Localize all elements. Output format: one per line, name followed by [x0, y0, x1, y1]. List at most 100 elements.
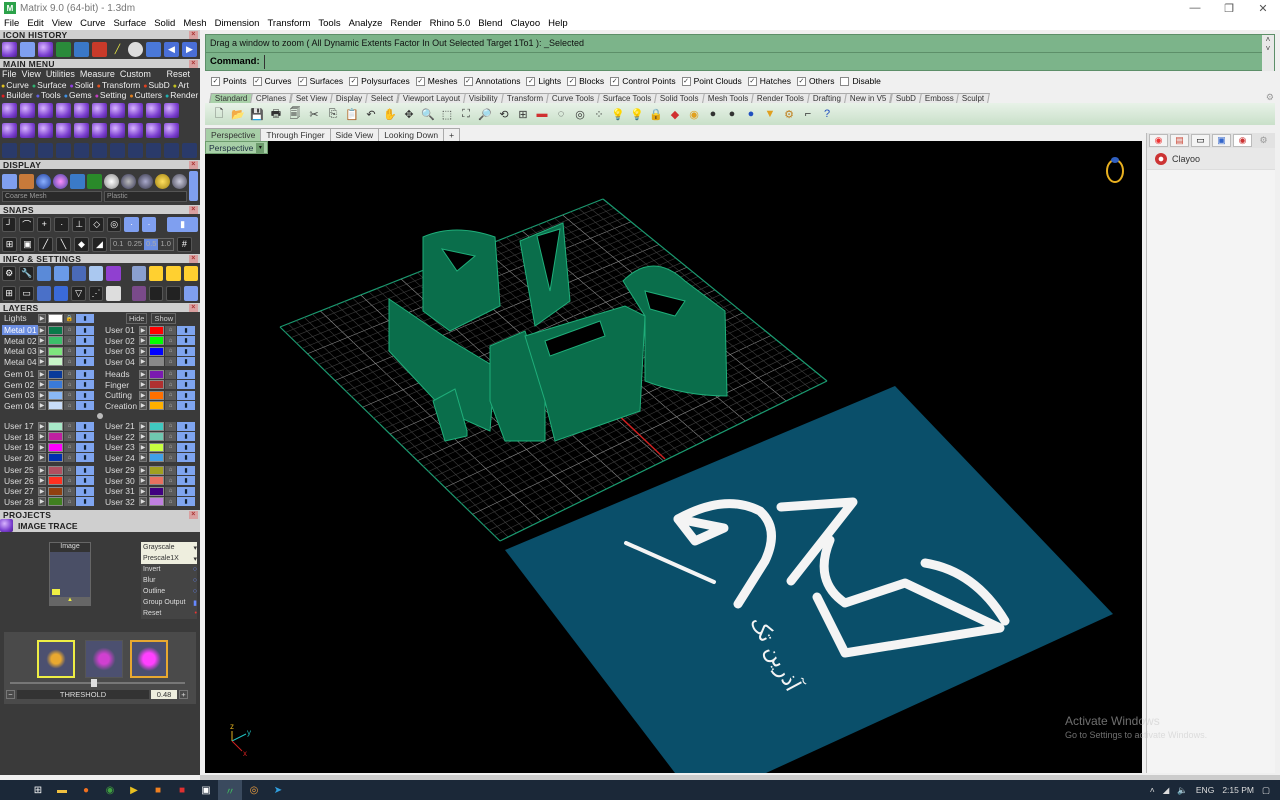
cube-cut-icon[interactable] [74, 102, 89, 118]
visibility-toggle[interactable]: ▮ [76, 390, 94, 400]
rings-icon[interactable] [38, 102, 53, 118]
category-builder[interactable]: Builder [1, 90, 32, 100]
checkbox[interactable]: ✓ [610, 76, 620, 86]
visibility-toggle[interactable]: ▮ [177, 476, 195, 486]
visibility-toggle[interactable]: ▮ [177, 325, 195, 335]
menu-transform[interactable]: Transform [267, 18, 310, 29]
color-wheel-icon[interactable]: ◉ [686, 106, 702, 122]
edit-icon[interactable] [88, 265, 104, 281]
layer-row[interactable]: User 02 ▶ ⌂ ▮ [103, 336, 195, 347]
plastic-sphere-icon[interactable] [121, 173, 136, 189]
paste-icon[interactable]: 📋 [344, 106, 360, 122]
expand-icon[interactable]: ▶ [139, 369, 147, 379]
view-tab-side-view[interactable]: Side View [329, 128, 380, 141]
threshold-slider-track[interactable] [10, 679, 185, 687]
disc-icon[interactable] [128, 41, 143, 57]
layer-row[interactable]: Metal 01 ▶ ⌂ ▮ [2, 325, 94, 336]
import-icon[interactable]: 🗐 [287, 106, 303, 122]
lock-icon[interactable]: ⌂ [64, 465, 75, 475]
glass-sphere-icon[interactable] [138, 173, 153, 189]
back-arrow-icon[interactable]: ◀ [164, 41, 179, 57]
tab-mesh-tools[interactable]: Mesh Tools [701, 93, 754, 103]
layer-color-swatch[interactable] [149, 476, 164, 486]
lock-icon[interactable]: ⌂ [165, 476, 176, 486]
visibility-toggle[interactable]: ▮ [177, 486, 195, 496]
lock-icon[interactable]: ⌂ [165, 401, 176, 411]
layer-row[interactable]: User 04 ▶ ⌂ ▮ [103, 357, 195, 368]
expand-icon[interactable]: ▶ [139, 465, 147, 475]
category-tools[interactable]: Tools [36, 90, 61, 100]
display-toggle[interactable] [189, 171, 198, 201]
trace-thumbnail-1[interactable] [37, 640, 75, 678]
castle-icon[interactable] [164, 102, 179, 118]
expand-icon[interactable]: ▶ [139, 486, 147, 496]
layer-row[interactable]: Gem 04 ▶ ⌂ ▮ [2, 401, 94, 412]
ring-blue-icon[interactable] [182, 142, 197, 158]
wrench-icon[interactable]: 🔧 [19, 265, 34, 281]
checkbox[interactable]: ✓ [526, 76, 536, 86]
layer-row[interactable]: Heads ▶ ⌂ ▮ [103, 369, 195, 380]
layer-name[interactable]: Metal 04 [2, 357, 38, 367]
main-menu-measure[interactable]: Measure [80, 69, 115, 79]
lock-icon[interactable]: ⌂ [64, 325, 75, 335]
expand-icon[interactable]: ▶ [38, 453, 46, 463]
filter-icon[interactable]: ▼ [762, 106, 778, 122]
layer-row[interactable]: Gem 01 ▶ ⌂ ▮ [2, 369, 94, 380]
lock-icon[interactable]: ⌂ [165, 357, 176, 367]
menu-analyze[interactable]: Analyze [349, 18, 383, 29]
layer-row[interactable]: User 27 ▶ ⌂ ▮ [2, 486, 94, 497]
firefox-icon[interactable]: ● [74, 780, 98, 800]
curve-tool-icon[interactable] [92, 41, 107, 57]
trace-thumbnail-2[interactable] [85, 640, 123, 678]
layer-color-swatch[interactable] [48, 369, 63, 379]
visibility-toggle[interactable]: ▮ [177, 465, 195, 475]
ring-icon[interactable] [20, 102, 35, 118]
mesh-quality-select[interactable]: Coarse Mesh [2, 191, 102, 202]
rendered-sphere-icon[interactable] [53, 173, 68, 189]
line-icon[interactable]: ╱ [110, 41, 125, 57]
layer-name[interactable]: Cutting [103, 390, 139, 400]
filter-point-clouds[interactable]: ✓ Point Clouds [681, 76, 742, 86]
expand-icon[interactable]: ▶ [38, 336, 46, 346]
lock-icon[interactable]: ⌂ [64, 336, 75, 346]
layer-color-swatch[interactable] [48, 465, 63, 475]
mid-snap-icon[interactable]: ⊥ [71, 216, 87, 232]
boolean-icon[interactable] [2, 142, 17, 158]
visibility-toggle[interactable]: ▮ [177, 380, 195, 390]
lock-icon[interactable]: ⌂ [165, 390, 176, 400]
save-icon[interactable] [146, 41, 161, 57]
zoom-window-icon[interactable]: ⬚ [439, 106, 455, 122]
material-icon[interactable] [87, 173, 102, 189]
checkbox[interactable]: ✓ [252, 76, 262, 86]
figure-red-icon[interactable] [148, 285, 164, 301]
layer-name[interactable]: Gem 04 [2, 401, 38, 411]
near-snap-icon[interactable]: ⌒ [19, 216, 34, 232]
visibility-toggle[interactable]: ▮ [76, 336, 94, 346]
lock-icon[interactable]: ⌂ [64, 453, 75, 463]
expand-icon[interactable]: ▶ [38, 421, 46, 431]
cylinder-top-icon[interactable] [146, 102, 161, 118]
gold-sphere-icon[interactable] [155, 173, 170, 189]
split-icon[interactable] [56, 142, 71, 158]
office-app-icon[interactable]: ■ [146, 780, 170, 800]
layer-color-swatch[interactable] [48, 476, 63, 486]
layer-color-swatch[interactable] [149, 346, 164, 356]
shaded-sphere-icon[interactable] [36, 173, 51, 189]
visibility-toggle[interactable]: ▮ [76, 346, 94, 356]
copy-yellow-icon[interactable] [148, 265, 164, 281]
lock-icon[interactable]: ⌂ [64, 432, 75, 442]
layer-name[interactable]: User 24 [103, 453, 139, 463]
visibility-toggle[interactable]: ▮ [76, 421, 94, 431]
save-icon[interactable]: 💾 [249, 106, 265, 122]
tab-curve-tools[interactable]: Curve Tools [545, 93, 600, 103]
clock[interactable]: 2:15 PM [1222, 785, 1254, 795]
figure-orange-icon[interactable] [166, 285, 181, 301]
checkbox[interactable]: ✓ [415, 76, 425, 86]
visibility-toggle[interactable]: ▮ [76, 442, 94, 452]
tab-display[interactable]: Display [330, 93, 369, 103]
layer-row[interactable]: User 22 ▶ ⌂ ▮ [103, 432, 195, 443]
layer-color-swatch[interactable] [149, 442, 164, 452]
material-select[interactable]: Plastic [104, 191, 187, 202]
menu-dimension[interactable]: Dimension [215, 18, 260, 29]
tab-surface-tools[interactable]: Surface Tools [596, 93, 658, 103]
